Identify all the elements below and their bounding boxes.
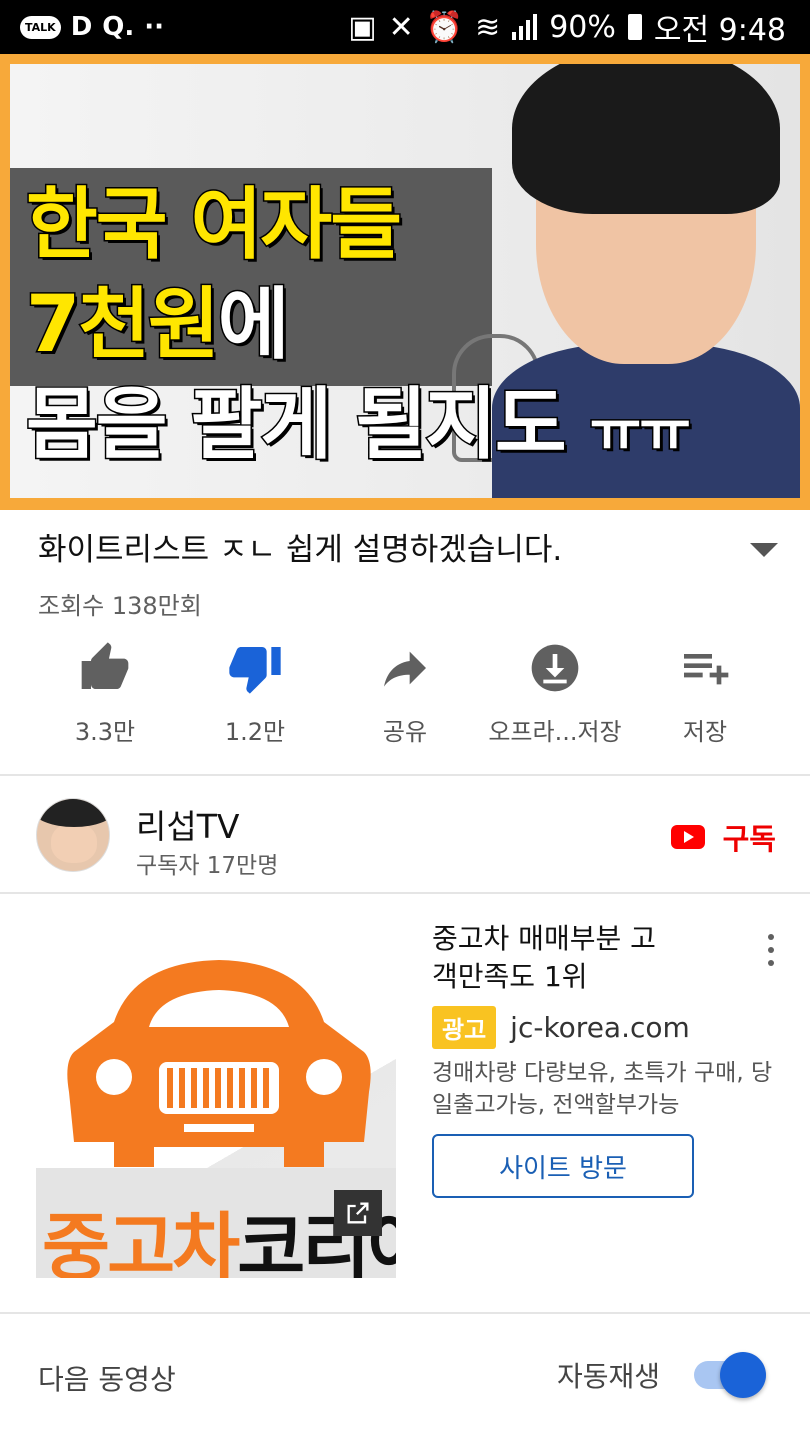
car-logo-icon <box>67 960 371 1167</box>
divider <box>0 892 810 894</box>
autoplay-label: 자동재생 <box>556 1360 660 1393</box>
channel-avatar[interactable] <box>36 798 110 872</box>
ad-title[interactable]: 중고차 매매부분 고객만족도 1위 <box>432 920 672 996</box>
divider <box>0 1312 810 1314</box>
thumbnail-caption-line2: 7천원에 <box>25 280 292 370</box>
view-count: 조회수 138만회 <box>38 592 202 620</box>
mute-icon: ✕ <box>388 9 414 45</box>
search-app-icon: Q. <box>102 12 135 42</box>
wifi-icon: ≋ <box>475 9 501 45</box>
notification-icons: TALK D Q. ·· <box>20 12 164 42</box>
ad-url: jc-korea.com <box>510 1011 690 1044</box>
signal-icon <box>512 14 538 40</box>
kakaotalk-icon: TALK <box>20 15 61 39</box>
like-button[interactable]: 3.3만 <box>30 640 180 747</box>
system-icons: ▣ ✕ ⏰ ≋ 90% 오전 9:48 <box>348 5 786 49</box>
thumbnail-caption-line1: 한국 여자들 <box>25 180 404 270</box>
divider <box>0 774 810 776</box>
download-icon <box>531 644 579 692</box>
thumbnail-caption-line3: 몸을 팔게 될지도 ㅠㅠ <box>25 380 693 470</box>
more-options-icon[interactable] <box>768 934 774 966</box>
daum-icon: D <box>70 12 93 42</box>
offline-save-button[interactable]: 오프라...저장 <box>480 640 630 747</box>
external-link-icon[interactable] <box>334 1190 382 1236</box>
battery-icon <box>627 14 642 40</box>
share-icon <box>384 651 426 687</box>
video-title-row[interactable]: 화이트리스트 ㅈㄴ 쉽게 설명하겠습니다. <box>38 524 778 569</box>
dislike-button[interactable]: 1.2만 <box>180 640 330 747</box>
channel-name[interactable]: 리섭TV <box>136 800 239 848</box>
alarm-icon: ⏰ <box>425 9 464 45</box>
thumbs-down-icon <box>229 647 281 694</box>
share-label: 공유 <box>382 718 428 746</box>
channel-row[interactable]: 리섭TV 구독자 17만명 구독 <box>36 798 776 879</box>
subscribe-label: 구독 <box>722 822 776 856</box>
offline-save-label: 오프라...저장 <box>488 718 622 746</box>
like-count: 3.3만 <box>74 718 136 746</box>
dislike-count: 1.2만 <box>224 718 286 746</box>
save-to-playlist-button[interactable]: 저장 <box>630 640 780 747</box>
playlist-add-icon <box>684 654 729 685</box>
visit-site-button[interactable]: 사이트 방문 <box>432 1134 694 1198</box>
action-bar: 3.3만 1.2만 공유 오프라...저장 저장 <box>30 640 780 747</box>
status-bar: TALK D Q. ·· ▣ ✕ ⏰ ≋ 90% 오전 9:48 <box>0 0 810 54</box>
battery-percent: 90% <box>549 9 616 45</box>
expand-description-icon[interactable] <box>750 542 778 557</box>
autoplay-control: 자동재생 <box>557 1352 766 1398</box>
thumbs-up-icon <box>81 642 129 689</box>
clock: 오전 9:48 <box>653 13 786 48</box>
ad-info: 중고차 매매부분 고객만족도 1위 광고 jc-korea.com 경매차량 다… <box>432 920 792 1198</box>
ad-badge: 광고 <box>432 1006 497 1049</box>
sim-icon: ▣ <box>348 9 377 45</box>
ad-badge-row: 광고 jc-korea.com <box>432 1006 792 1049</box>
ad-image[interactable]: 중고차코리아 <box>36 938 396 1278</box>
share-button[interactable]: 공유 <box>330 640 480 747</box>
more-notifications-icon: ·· <box>144 12 165 42</box>
subscriber-count: 구독자 17만명 <box>136 853 279 879</box>
video-thumbnail: 한국 여자들 7천원에 몸을 팔게 될지도 ㅠㅠ <box>10 64 800 498</box>
youtube-logo-icon <box>670 825 705 849</box>
subscribe-button[interactable]: 구독 <box>670 816 776 858</box>
autoplay-toggle[interactable] <box>694 1352 766 1398</box>
save-label: 저장 <box>682 718 728 746</box>
video-title: 화이트리스트 ㅈㄴ 쉽게 설명하겠습니다. <box>38 532 563 568</box>
up-next-heading: 다음 동영상 <box>38 1363 176 1396</box>
video-player[interactable]: 한국 여자들 7천원에 몸을 팔게 될지도 ㅠㅠ <box>0 54 810 510</box>
ad-description: 경매차량 다량보유, 초특가 구매, 당일출고가능, 전액할부가능 <box>432 1060 773 1118</box>
